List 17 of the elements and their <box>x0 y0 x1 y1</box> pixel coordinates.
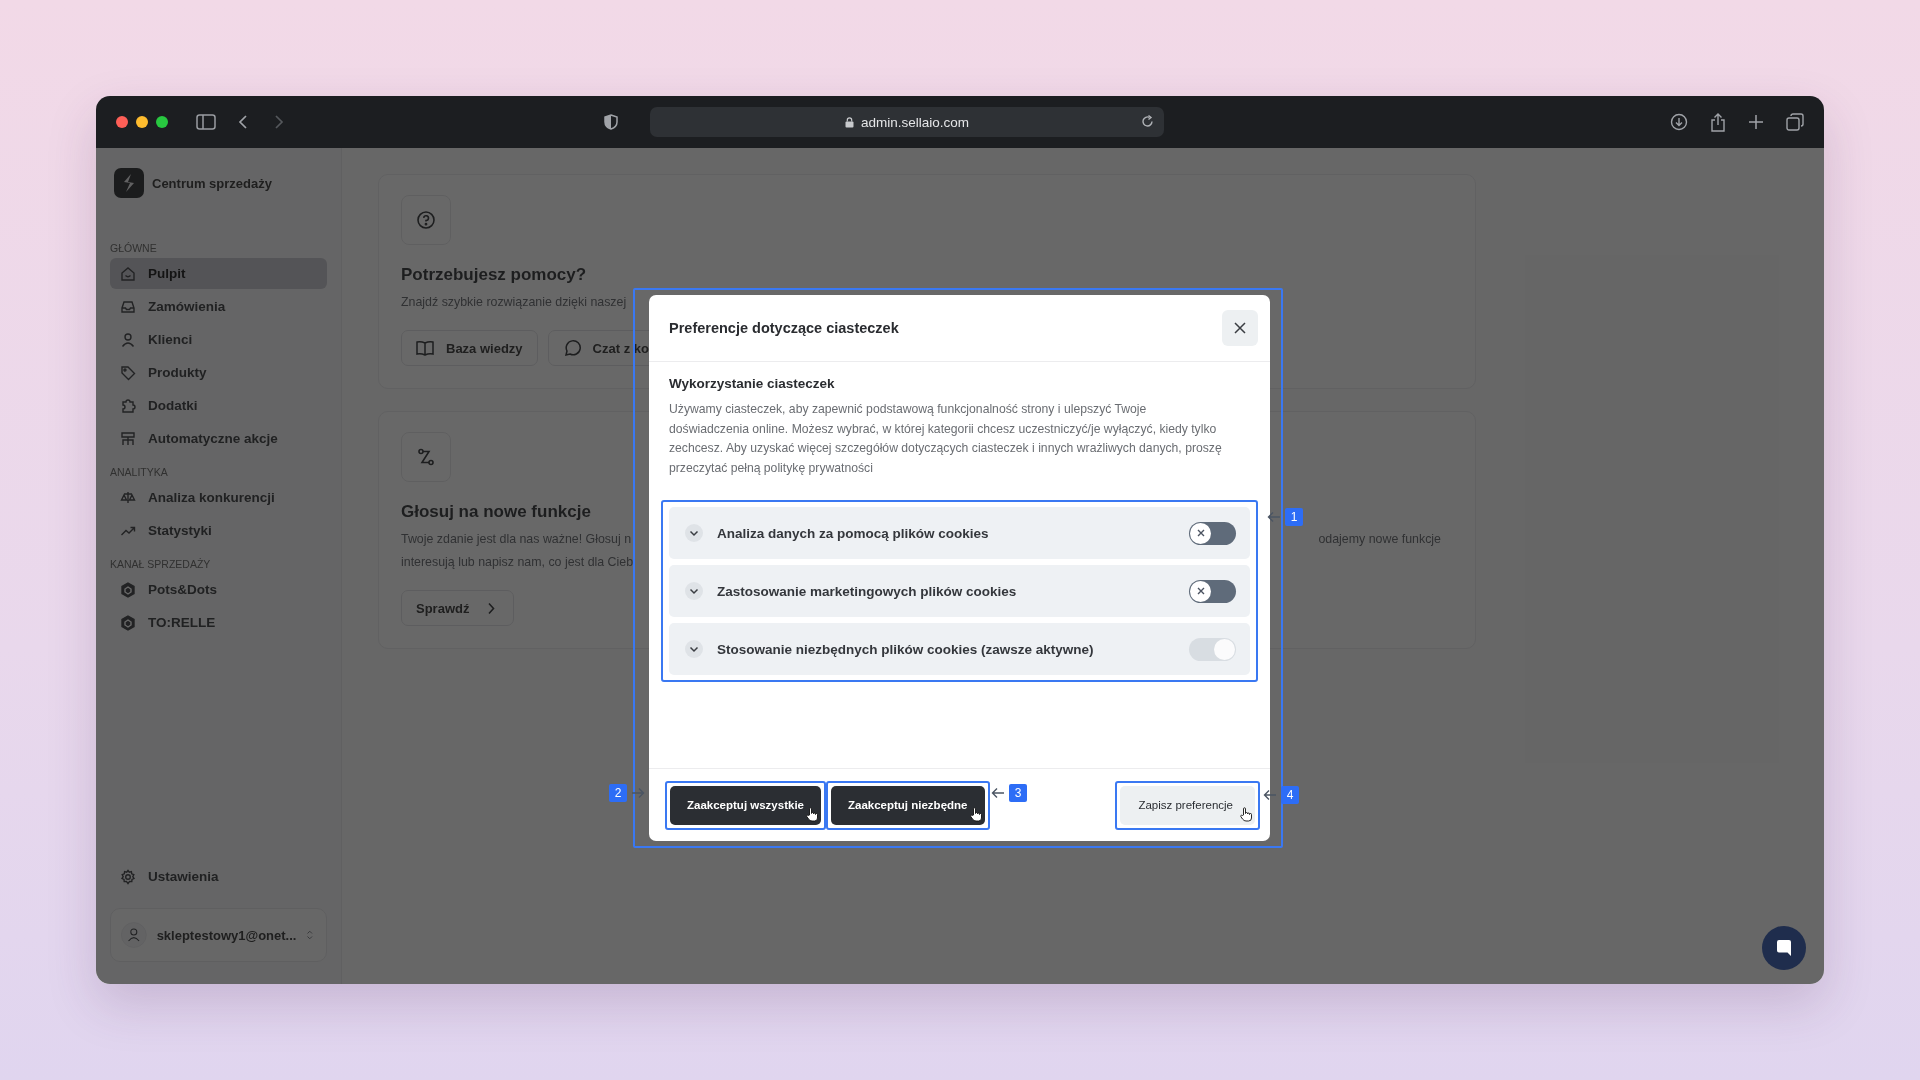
card-description: Znajdź szybkie rozwiązanie dzięki naszej <box>401 294 627 311</box>
section-heading: Wykorzystanie ciasteczek <box>669 376 836 391</box>
card-description: interesują lub napisz nam, co jest dla Cieb <box>401 554 634 571</box>
callout-badge: 3 <box>1009 784 1027 802</box>
callout-badge: 1 <box>1285 508 1303 526</box>
account-email: skleptestowy1@onet... <box>156 927 297 943</box>
option-label: Zastosowanie marketingowych plików cookies <box>717 583 1018 599</box>
callout-badge: 4 <box>1281 786 1299 804</box>
option-label: Stosowanie niezbędnych plików cookies (zawsze aktywne) <box>717 641 1095 657</box>
callout-badge: 2 <box>609 784 627 802</box>
dialog-description: Używamy ciasteczek, aby zapewnić podstawową funkcjonalność strony i ulepszyć Twoje doświadczenia online. Możesz wybrać, w której kategorii chcesz uczestniczyć/je wyłączyć, kiedy tylko zechcesz. Aby uzyskać więcej szczegółów dotyczących ciasteczek i innych wrażliwych danych, proszę przeczytać pełną politykę prywatności <box>669 401 1223 477</box>
card-title: Potrzebujesz pomocy? <box>401 265 587 285</box>
card-description: odajemy nowe funkcje <box>1318 531 1441 548</box>
card-title: Głosuj na nowe funkcje <box>401 502 591 522</box>
option-label: Analiza danych za pomocą plików cookies <box>717 525 990 541</box>
url-text: admin.sellaio.com <box>860 114 969 130</box>
brand-name: Centrum sprzedaży <box>152 175 272 191</box>
